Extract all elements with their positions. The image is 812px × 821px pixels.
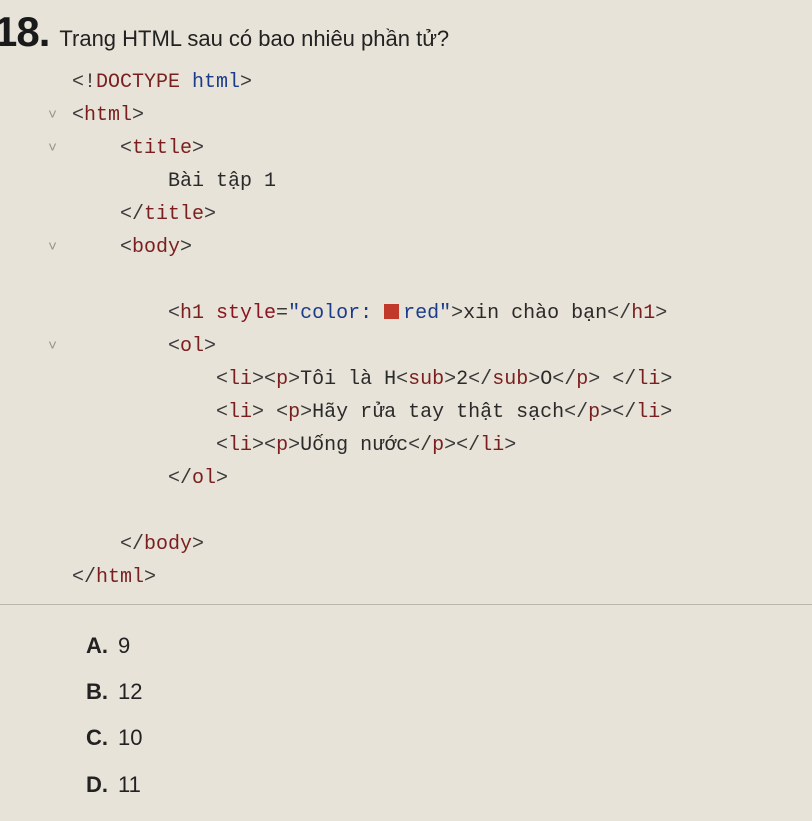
code-line: <li><p>Uống nước</p></li>: [72, 429, 812, 462]
option-label: C.: [86, 725, 108, 750]
option-value: 11: [118, 772, 141, 797]
option-value: 9: [118, 633, 130, 658]
option-label: D.: [86, 772, 108, 797]
code-line: <html>: [72, 99, 812, 132]
code-line: </title>: [72, 198, 812, 231]
question-header: 18. Trang HTML sau có bao nhiêu phần tử?: [0, 0, 812, 66]
answer-options: A. 9 B. 12 C. 10 D. 11: [0, 623, 812, 808]
code-line: [72, 495, 812, 528]
option-label: A.: [86, 633, 108, 658]
code-line: <!DOCTYPE html>: [72, 66, 812, 99]
chevron-down-icon: ˅: [48, 99, 66, 132]
code-block: ˅ ˅ ˅ ˅ <!DOCTYPE html> <html> <title> B…: [0, 66, 812, 605]
chevron-down-icon: ˅: [48, 132, 66, 165]
option-d[interactable]: D. 11: [86, 762, 812, 808]
option-a[interactable]: A. 9: [86, 623, 812, 669]
code-line: <title>: [72, 132, 812, 165]
code-line: <body>: [72, 231, 812, 264]
code-line: <h1 style="color: red">xin chào bạn</h1>: [72, 297, 812, 330]
fold-gutter: ˅ ˅ ˅ ˅: [48, 66, 66, 363]
chevron-down-icon: ˅: [48, 330, 66, 363]
code-line: [72, 264, 812, 297]
code-line: </body>: [72, 528, 812, 561]
question-number: 18.: [0, 8, 49, 56]
chevron-down-icon: ˅: [48, 231, 66, 264]
question-text: Trang HTML sau có bao nhiêu phần tử?: [59, 18, 449, 52]
code-line: <ol>: [72, 330, 812, 363]
code-line: <li><p>Tôi là H<sub>2</sub>O</p> </li>: [72, 363, 812, 396]
option-label: B.: [86, 679, 108, 704]
code-line: <li> <p>Hãy rửa tay thật sạch</p></li>: [72, 396, 812, 429]
option-value: 12: [118, 679, 142, 704]
code-line: </ol>: [72, 462, 812, 495]
option-c[interactable]: C. 10: [86, 715, 812, 761]
code-line: </html>: [72, 561, 812, 594]
option-value: 10: [118, 725, 142, 750]
color-swatch-icon: [384, 304, 399, 319]
code-line: Bài tập 1: [72, 165, 812, 198]
option-b[interactable]: B. 12: [86, 669, 812, 715]
